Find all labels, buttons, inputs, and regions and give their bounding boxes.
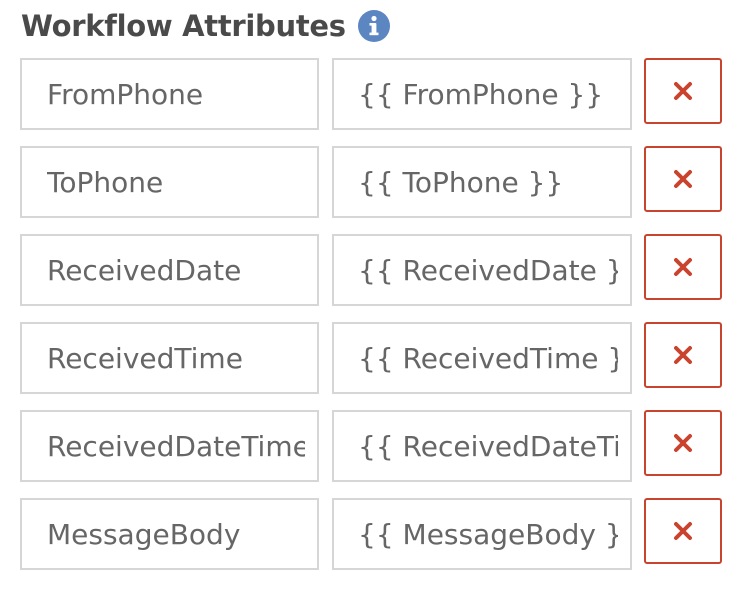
remove-attribute-button[interactable]: [644, 58, 722, 124]
workflow-attributes-header: Workflow Attributes: [21, 6, 390, 46]
remove-attribute-button[interactable]: [644, 146, 722, 212]
attribute-value-field[interactable]: [332, 234, 632, 306]
close-icon: [674, 82, 692, 100]
remove-attribute-button[interactable]: [644, 234, 722, 300]
attribute-row: [20, 322, 726, 398]
info-icon[interactable]: [357, 10, 390, 42]
attribute-row: [20, 58, 726, 134]
section-title: Workflow Attributes: [21, 9, 346, 43]
attribute-value-field[interactable]: [332, 146, 632, 218]
attribute-row: [20, 410, 726, 486]
attribute-value-field[interactable]: [332, 322, 632, 394]
attribute-value-input[interactable]: [334, 412, 630, 480]
attribute-key-field[interactable]: [20, 146, 319, 218]
attribute-value-field[interactable]: [332, 498, 632, 570]
attribute-key-field[interactable]: [20, 234, 319, 306]
attribute-list: [20, 58, 726, 586]
remove-attribute-button[interactable]: [644, 498, 722, 564]
attribute-value-input[interactable]: [334, 148, 630, 216]
remove-attribute-button[interactable]: [644, 410, 722, 476]
attribute-key-field[interactable]: [20, 322, 319, 394]
close-icon: [674, 170, 692, 188]
attribute-key-input[interactable]: [22, 148, 317, 216]
remove-attribute-button[interactable]: [644, 322, 722, 388]
attribute-key-input[interactable]: [22, 500, 317, 568]
attribute-key-field[interactable]: [20, 498, 319, 570]
close-icon: [674, 522, 692, 540]
attribute-value-field[interactable]: [332, 58, 632, 130]
close-icon: [674, 434, 692, 452]
attribute-value-input[interactable]: [334, 324, 630, 392]
close-icon: [674, 258, 692, 276]
attribute-key-field[interactable]: [20, 410, 319, 482]
attribute-row: [20, 146, 726, 222]
attribute-value-input[interactable]: [334, 236, 630, 304]
attribute-row: [20, 234, 726, 310]
close-icon: [674, 346, 692, 364]
attribute-row: [20, 498, 726, 574]
attribute-key-field[interactable]: [20, 58, 319, 130]
attribute-value-input[interactable]: [334, 60, 630, 128]
attribute-value-field[interactable]: [332, 410, 632, 482]
attribute-key-input[interactable]: [22, 324, 317, 392]
attribute-key-input[interactable]: [22, 236, 317, 304]
attribute-key-input[interactable]: [22, 412, 317, 480]
attribute-key-input[interactable]: [22, 60, 317, 128]
attribute-value-input[interactable]: [334, 500, 630, 568]
